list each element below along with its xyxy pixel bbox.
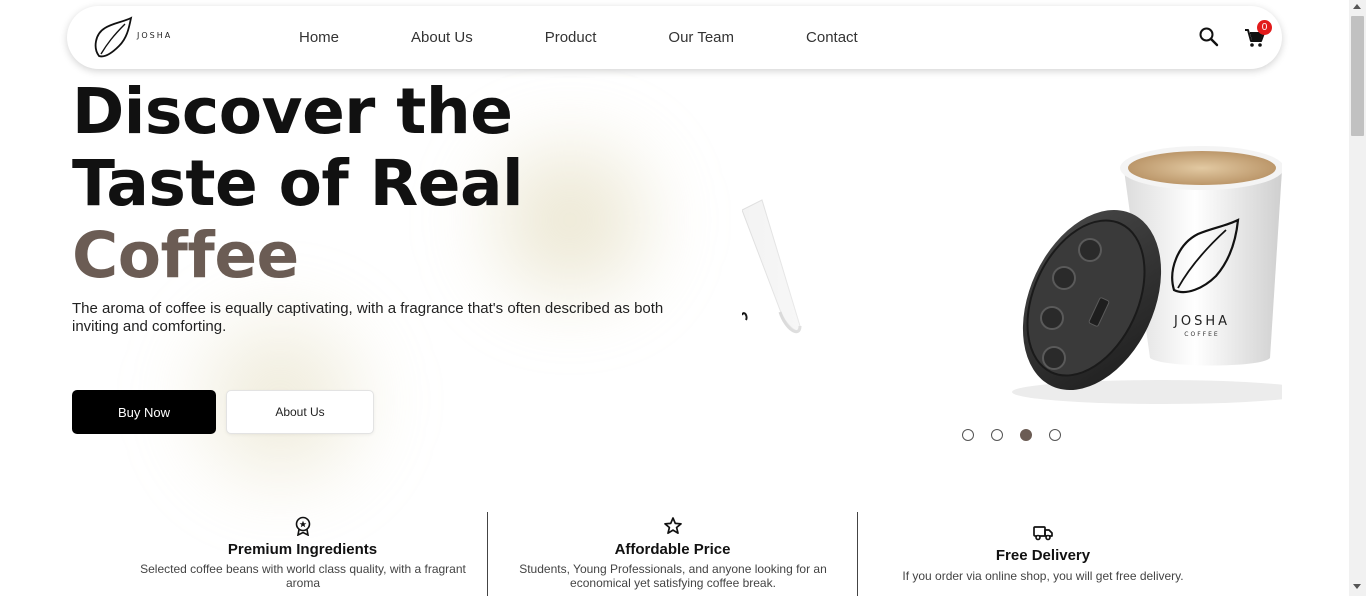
scroll-down-arrow-icon[interactable]	[1353, 584, 1361, 589]
nav-links: Home About Us Product Our Team Contact	[299, 6, 858, 69]
carousel-dot-2[interactable]	[991, 429, 1003, 441]
feature-title: Affordable Price	[614, 541, 731, 558]
navbar: JOSHA Home About Us Product Our Team Con…	[67, 6, 1282, 69]
nav-link-about-us[interactable]: About Us	[411, 29, 473, 46]
cart-count-badge: 0	[1257, 20, 1272, 35]
cup-sub-text: COFFEE	[1184, 331, 1219, 338]
logo-text: JOSHA	[137, 31, 173, 40]
vertical-scrollbar[interactable]	[1349, 0, 1366, 596]
buy-now-button[interactable]: Buy Now	[72, 390, 216, 434]
scroll-thumb[interactable]	[1351, 16, 1364, 136]
hero-title: Discover the Taste of Real Coffee	[72, 75, 524, 292]
feature-description: Students, Young Professionals, and anyon…	[519, 562, 827, 590]
feature-description: If you order via online shop, you will g…	[902, 569, 1184, 583]
truck-icon	[1033, 526, 1053, 541]
cup-brand-text: JOSHA	[1173, 314, 1230, 329]
about-us-button[interactable]: About Us	[226, 390, 374, 434]
nav-link-product[interactable]: Product	[545, 29, 597, 46]
search-icon	[1199, 27, 1219, 47]
scroll-up-arrow-icon[interactable]	[1353, 4, 1361, 9]
nav-link-contact[interactable]: Contact	[806, 29, 858, 46]
features-row: Premium Ingredients Selected coffee bean…	[118, 512, 1228, 596]
hero-title-accent: Coffee	[72, 219, 299, 292]
nav-link-home[interactable]: Home	[299, 29, 339, 46]
award-icon	[295, 516, 310, 536]
star-icon	[663, 517, 682, 535]
logo[interactable]: JOSHA	[91, 14, 177, 62]
carousel-dots	[962, 429, 1078, 441]
carousel-dot-1[interactable]	[962, 429, 974, 441]
feature-description: Selected coffee beans with world class q…	[140, 562, 466, 590]
feature-premium-ingredients: Premium Ingredients Selected coffee bean…	[118, 512, 488, 596]
hero-description: The aroma of coffee is equally captivati…	[72, 300, 664, 335]
feature-title: Free Delivery	[995, 547, 1091, 564]
leaf-logo-icon	[94, 16, 133, 58]
hero-title-line1: Discover the	[72, 75, 513, 148]
search-button[interactable]	[1198, 26, 1220, 48]
carousel-dot-4[interactable]	[1049, 429, 1061, 441]
hero-title-line2: Taste of Real	[72, 147, 524, 220]
page: JOSHA Home About Us Product Our Team Con…	[0, 0, 1366, 596]
carousel-fade	[742, 130, 912, 420]
nav-link-our-team[interactable]: Our Team	[668, 29, 734, 46]
carousel-dot-3-active[interactable]	[1020, 429, 1032, 441]
feature-free-delivery: Free Delivery If you order via online sh…	[858, 512, 1228, 596]
feature-affordable-price: Affordable Price Students, Young Profess…	[488, 512, 858, 596]
product-carousel[interactable]: JOSHA COFFEE	[742, 130, 1282, 420]
feature-title: Premium Ingredients	[227, 541, 378, 558]
